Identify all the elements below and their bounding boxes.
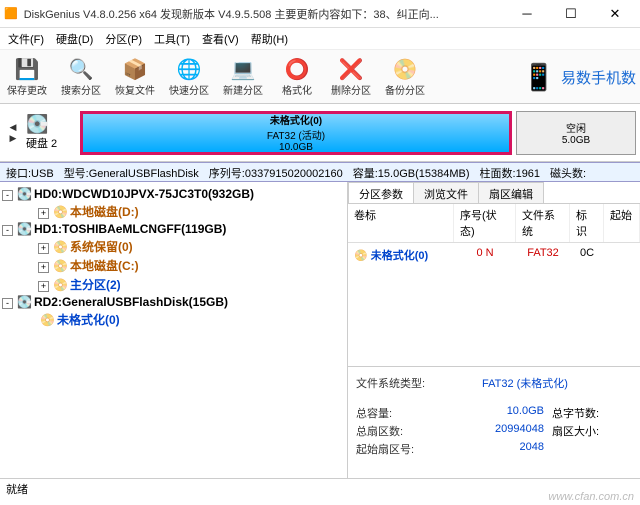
tool-new[interactable]: 💻新建分区 [216, 52, 270, 102]
disk-label[interactable]: 💽 硬盘 2 [22, 114, 80, 151]
info-model: 型号:GeneralUSBFlashDisk [64, 165, 199, 179]
tab-params[interactable]: 分区参数 [348, 182, 414, 203]
expand-icon[interactable]: - [2, 190, 13, 201]
tool-delete[interactable]: ❌删除分区 [324, 52, 378, 102]
recover-icon: 📦 [123, 56, 148, 82]
table-header: 卷标 序号(状态) 文件系统 标识 起始 [348, 204, 640, 243]
drive-icon: 📀 [53, 259, 68, 273]
tool-search[interactable]: 🔍搜索分区 [54, 52, 108, 102]
status-text: 就绪 [6, 481, 28, 497]
expand-icon[interactable]: + [38, 281, 49, 292]
disk-icon: 💽 [26, 114, 80, 135]
info-cylinders: 柱面数:1961 [480, 165, 541, 179]
search-icon: 🔍 [69, 56, 94, 82]
tree-hd0-vol[interactable]: +📀本地磁盘(D:) [2, 202, 345, 221]
tree-hd0[interactable]: -💽HD0:WDCWD10JPVX-75JC3T0(932GB) [2, 186, 345, 202]
info-capacity: 容量:15.0GB(15384MB) [353, 165, 470, 179]
disk-tree[interactable]: -💽HD0:WDCWD10JPVX-75JC3T0(932GB) +📀本地磁盘(… [0, 182, 348, 478]
promo-banner[interactable]: 📱 易数手机数 [523, 50, 640, 104]
disk-map: ◀▶ 💽 硬盘 2 未格式化(0) FAT32 (活动) 10.0GB 空闲 5… [0, 104, 640, 162]
col-seq[interactable]: 序号(状态) [454, 204, 516, 242]
hdd-icon: 💽 [17, 187, 32, 201]
expand-icon[interactable]: + [38, 208, 49, 219]
expand-icon[interactable]: - [2, 298, 13, 309]
menu-disk[interactable]: 硬盘(D) [50, 29, 99, 49]
tree-rd2[interactable]: -💽RD2:GeneralUSBFlashDisk(15GB) [2, 294, 345, 310]
save-icon: 💾 [15, 56, 40, 82]
partition-free[interactable]: 空闲 5.0GB [516, 111, 636, 155]
disk-info-bar: 接口:USB 型号:GeneralUSBFlashDisk 序列号:033791… [0, 162, 640, 182]
drive-icon: 📀 [40, 313, 55, 327]
menu-file[interactable]: 文件(F) [2, 29, 50, 49]
info-serial: 序列号:0337915020002160 [209, 165, 343, 179]
col-flag[interactable]: 标识 [570, 204, 604, 242]
drive-icon: 📀 [53, 240, 68, 254]
close-button[interactable]: ✕ [600, 6, 630, 22]
tool-quick[interactable]: 🌐快速分区 [162, 52, 216, 102]
col-start[interactable]: 起始 [604, 204, 640, 242]
tree-hd1-a[interactable]: +📀系统保留(0) [2, 237, 345, 256]
tool-save[interactable]: 💾保存更改 [0, 52, 54, 102]
minimize-button[interactable]: ─ [512, 6, 542, 22]
quick-icon: 🌐 [177, 56, 202, 82]
table-body: 📀 未格式化(0) 0 N FAT32 0C [348, 243, 640, 366]
expand-icon[interactable]: - [2, 225, 13, 236]
window-title: DiskGenius V4.8.0.256 x64 发现新版本 V4.9.5.5… [24, 6, 512, 22]
info-heads: 磁头数: [550, 165, 586, 179]
tool-recover[interactable]: 📦恢复文件 [108, 52, 162, 102]
tab-browse[interactable]: 浏览文件 [413, 182, 479, 203]
tree-rd2-a[interactable]: 📀未格式化(0) [2, 310, 345, 329]
toolbar: 💾保存更改 🔍搜索分区 📦恢复文件 🌐快速分区 💻新建分区 ⭕格式化 ❌删除分区… [0, 50, 640, 104]
menu-help[interactable]: 帮助(H) [245, 29, 294, 49]
new-icon: 💻 [231, 56, 256, 82]
drive-icon: 📀 [53, 205, 68, 219]
menu-view[interactable]: 查看(V) [196, 29, 245, 49]
tool-backup[interactable]: 📀备份分区 [378, 52, 432, 102]
table-row[interactable]: 📀 未格式化(0) 0 N FAT32 0C [348, 243, 640, 267]
backup-icon: 📀 [393, 56, 418, 82]
menu-bar: 文件(F) 硬盘(D) 分区(P) 工具(T) 查看(V) 帮助(H) [0, 28, 640, 50]
partition-main[interactable]: 未格式化(0) FAT32 (活动) 10.0GB [80, 111, 512, 155]
drive-icon: 📀 [354, 250, 368, 262]
tab-sector[interactable]: 扇区编辑 [478, 182, 544, 203]
tree-hd1[interactable]: -💽HD1:TOSHIBAeMLCNGFF(119GB) [2, 221, 345, 237]
hdd-icon: 💽 [17, 222, 32, 236]
maximize-button[interactable]: ☐ [556, 6, 586, 22]
tree-hd1-b[interactable]: +📀本地磁盘(C:) [2, 256, 345, 275]
delete-icon: ❌ [339, 56, 364, 82]
phone-icon: 📱 [523, 62, 555, 93]
drive-icon: 📀 [53, 278, 68, 292]
disk-nav[interactable]: ◀▶ [4, 122, 22, 144]
info-interface: 接口:USB [6, 165, 54, 179]
format-icon: ⭕ [285, 56, 310, 82]
col-volume[interactable]: 卷标 [348, 204, 454, 242]
tabs: 分区参数 浏览文件 扇区编辑 [348, 182, 640, 204]
usb-icon: 💽 [17, 295, 32, 309]
tree-hd1-c[interactable]: +📀主分区(2) [2, 275, 345, 294]
expand-icon[interactable]: + [38, 243, 49, 254]
expand-icon[interactable]: + [38, 262, 49, 273]
menu-tools[interactable]: 工具(T) [148, 29, 196, 49]
fs-info: 文件系统类型:FAT32 (未格式化) 总容量:10.0GB总字节数: 总扇区数… [348, 366, 640, 478]
app-icon: 🟧 [4, 7, 18, 20]
tool-format[interactable]: ⭕格式化 [270, 52, 324, 102]
status-bar: 就绪 [0, 478, 640, 498]
menu-partition[interactable]: 分区(P) [99, 29, 148, 49]
col-fs[interactable]: 文件系统 [516, 204, 570, 242]
